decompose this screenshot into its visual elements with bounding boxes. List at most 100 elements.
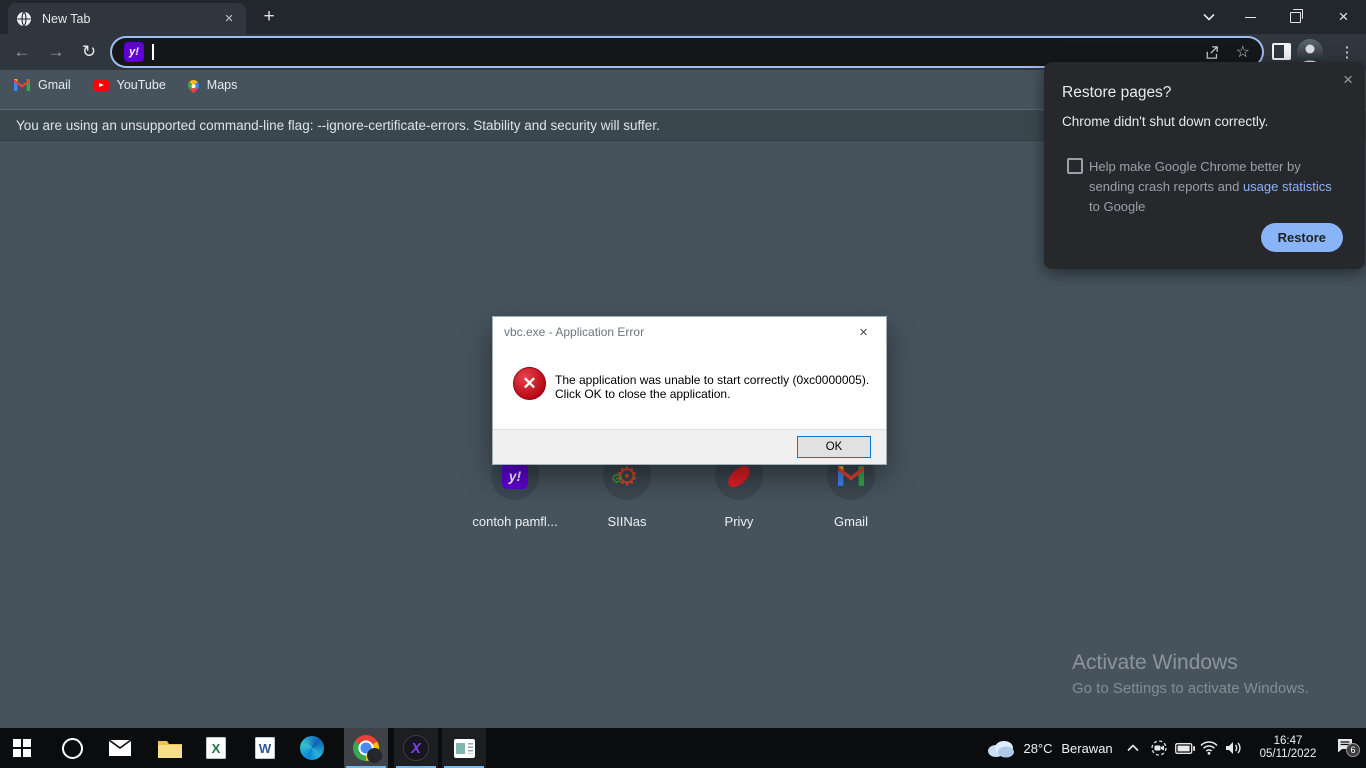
desktop: New Tab × + × ← → ↻ y! ☆: [0, 0, 1366, 768]
bookmark-label: YouTube: [117, 78, 166, 92]
gmail-icon: [14, 79, 30, 91]
start-button[interactable]: [0, 728, 44, 768]
chrome-taskbar-button[interactable]: [344, 728, 388, 768]
popup-message: Chrome didn't shut down correctly.: [1062, 114, 1268, 129]
chrome-profile-badge: [367, 748, 382, 763]
gmail-icon: [838, 466, 864, 486]
error-message-line2: Click OK to close the application.: [555, 387, 730, 401]
reload-button[interactable]: ↻: [77, 40, 101, 64]
notification-count-badge: 6: [1346, 743, 1360, 757]
form-app-icon: [454, 739, 475, 758]
consent-text-suffix: to Google: [1089, 199, 1145, 214]
window-maximize-button[interactable]: [1273, 0, 1318, 34]
side-panel-icon[interactable]: [1272, 43, 1291, 60]
chrome-tab-strip: New Tab × + ×: [0, 0, 1366, 34]
meet-now-camera-icon: [1150, 740, 1168, 756]
crash-report-consent-text: Help make Google Chrome better by sendin…: [1089, 157, 1339, 217]
yahoo-site-icon: y!: [124, 42, 144, 62]
excel-button[interactable]: X: [194, 728, 238, 768]
minimize-icon: [1245, 17, 1256, 18]
dialog-close-button[interactable]: ×: [841, 317, 886, 347]
globe-favicon-icon: [16, 11, 32, 27]
weather-condition[interactable]: Berawan: [1056, 728, 1118, 768]
shortcut-label: SIINas: [572, 514, 682, 529]
restore-pages-popup: × Restore pages? Chrome didn't shut down…: [1044, 62, 1365, 269]
edge-icon: [300, 736, 324, 760]
action-center-button[interactable]: 6: [1328, 728, 1362, 768]
x-app-icon: X: [403, 735, 429, 761]
ok-button[interactable]: OK: [797, 436, 871, 458]
wifi-icon: [1200, 741, 1218, 755]
speaker-icon: [1225, 741, 1242, 755]
mail-app-button[interactable]: [96, 728, 144, 768]
crash-report-checkbox[interactable]: [1067, 158, 1083, 174]
maps-pin-icon: [186, 77, 202, 93]
mail-icon: [109, 740, 131, 756]
shortcut-label: contoh pamfl...: [460, 514, 570, 529]
application-error-dialog: vbc.exe - Application Error × ✕ The appl…: [493, 317, 886, 464]
chrome-icon: [353, 735, 379, 761]
folder-icon: [158, 739, 182, 758]
clock-date: 05/11/2022: [1260, 748, 1317, 762]
battery-icon: [1175, 743, 1195, 754]
youtube-icon: [93, 80, 109, 91]
tab-title: New Tab: [42, 12, 220, 26]
shortcut-label: Privy: [684, 514, 794, 529]
chevron-up-icon: [1127, 744, 1139, 752]
bookmark-label: Gmail: [38, 78, 71, 92]
taskbar: X W X 28°C Berawan: [0, 728, 1366, 768]
error-icon: ✕: [513, 367, 546, 400]
word-icon: W: [255, 737, 275, 759]
edge-button[interactable]: [290, 728, 334, 768]
meet-now-button[interactable]: [1146, 728, 1172, 768]
watermark-subtitle: Go to Settings to activate Windows.: [1072, 680, 1309, 697]
bookmark-youtube[interactable]: YouTube: [93, 76, 174, 94]
text-cursor: [152, 44, 154, 60]
siinas-gear-small-icon: ⚙: [611, 472, 623, 485]
battery-button[interactable]: [1172, 728, 1198, 768]
dialog-title-bar[interactable]: vbc.exe - Application Error ×: [493, 317, 886, 347]
tab-new-tab[interactable]: New Tab ×: [8, 3, 246, 34]
weather-widget[interactable]: [980, 728, 1020, 768]
window-minimize-button[interactable]: [1228, 0, 1273, 34]
windows-logo-icon: [13, 739, 31, 757]
bookmark-maps[interactable]: Maps: [188, 76, 246, 94]
weather-temperature[interactable]: 28°C: [1018, 728, 1058, 768]
restore-button[interactable]: Restore: [1261, 223, 1343, 252]
activate-windows-watermark: Activate Windows Go to Settings to activ…: [1072, 651, 1309, 697]
clock-time: 16:47: [1274, 735, 1303, 749]
dialog-title: vbc.exe - Application Error: [504, 325, 644, 339]
tray-overflow-button[interactable]: [1120, 728, 1146, 768]
watermark-title: Activate Windows: [1072, 651, 1309, 675]
tab-close-icon[interactable]: ×: [220, 10, 238, 28]
shortcut-label: Gmail: [796, 514, 906, 529]
dialog-footer: OK: [493, 429, 886, 464]
new-tab-button[interactable]: +: [258, 7, 280, 29]
back-button[interactable]: ←: [10, 40, 34, 64]
bookmark-gmail[interactable]: Gmail: [14, 76, 79, 94]
excel-icon: X: [206, 737, 226, 759]
running-app-x-button[interactable]: X: [394, 728, 438, 768]
popup-title: Restore pages?: [1062, 84, 1171, 102]
restore-window-icon: [1290, 12, 1301, 23]
wifi-button[interactable]: [1196, 728, 1222, 768]
forward-button[interactable]: →: [44, 40, 68, 64]
error-message-line1: The application was unable to start corr…: [555, 373, 869, 387]
share-icon[interactable]: [1203, 44, 1220, 61]
cloud-icon: [985, 738, 1015, 758]
bookmark-label: Maps: [207, 78, 238, 92]
chevron-down-icon: [1203, 13, 1215, 21]
running-form-app-button[interactable]: [442, 728, 486, 768]
cortana-icon: [62, 738, 83, 759]
window-close-button[interactable]: ×: [1321, 0, 1366, 34]
yahoo-icon: y!: [502, 463, 528, 489]
word-button[interactable]: W: [242, 728, 288, 768]
taskbar-clock[interactable]: 16:47 05/11/2022: [1248, 728, 1328, 768]
cortana-button[interactable]: [48, 728, 96, 768]
tab-search-button[interactable]: [1186, 0, 1231, 34]
bookmark-star-icon[interactable]: ☆: [1236, 42, 1250, 62]
file-explorer-button[interactable]: [146, 728, 194, 768]
popup-close-icon[interactable]: ×: [1343, 72, 1353, 88]
volume-button[interactable]: [1220, 728, 1246, 768]
usage-statistics-link[interactable]: usage statistics: [1243, 179, 1332, 194]
